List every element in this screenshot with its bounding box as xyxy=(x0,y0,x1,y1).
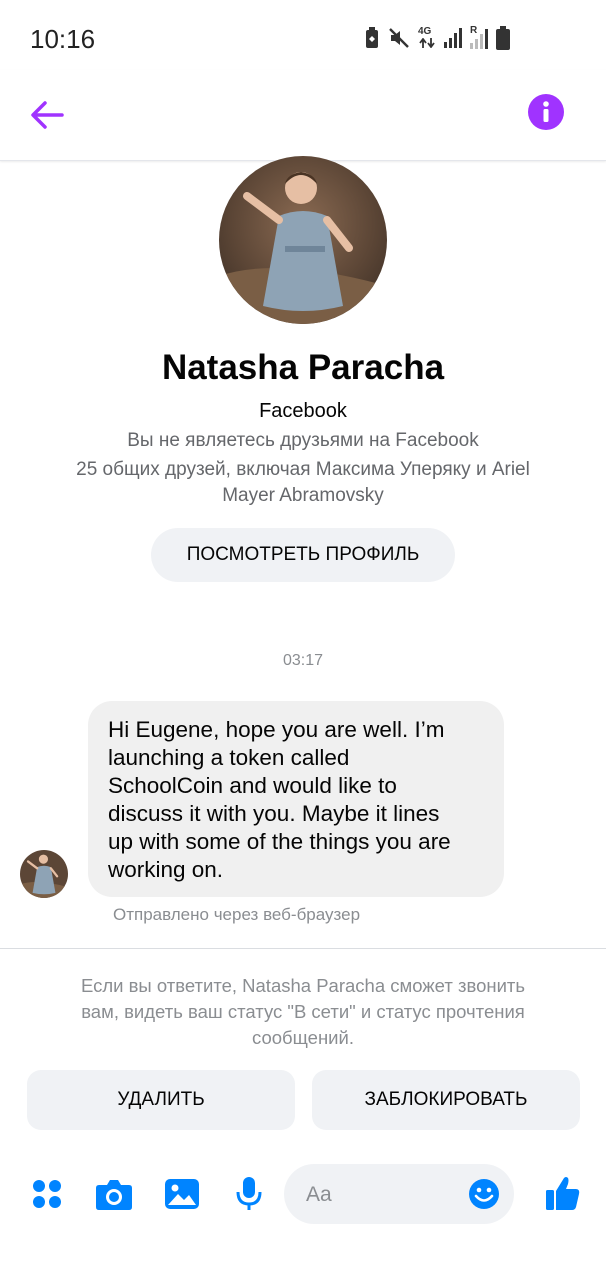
message-composer[interactable] xyxy=(284,1164,514,1224)
emoji-icon xyxy=(469,1179,499,1209)
camera-button[interactable] xyxy=(94,1174,134,1214)
divider xyxy=(0,948,606,949)
notice-line: вам, видеть ваш статус "В сети" и статус… xyxy=(81,1001,525,1022)
gallery-icon xyxy=(165,1179,199,1209)
battery-saver-icon xyxy=(366,27,378,48)
thumbs-up-icon xyxy=(546,1177,580,1210)
message-line: discuss it with you. Maybe it lines xyxy=(108,801,440,826)
battery-icon xyxy=(496,26,510,50)
message-line: launching a token called xyxy=(108,745,350,770)
mutual-friends-line-2: Mayer Abramovsky xyxy=(222,485,384,506)
message-line: up with some of the things you are xyxy=(108,829,451,854)
profile-name: Natasha Paracha xyxy=(161,348,445,387)
roaming-signal-icon: R xyxy=(470,25,488,49)
conversation-header xyxy=(0,70,606,161)
delete-button[interactable]: УДАЛИТЬ xyxy=(27,1070,295,1130)
notice-line: сообщений. xyxy=(252,1027,354,1048)
mute-icon xyxy=(389,28,409,48)
apps-button[interactable] xyxy=(27,1174,67,1214)
sent-via-label: Отправлено через веб-браузер xyxy=(113,905,361,924)
notice-line: Если вы ответите, Natasha Paracha сможет… xyxy=(80,975,526,996)
sender-avatar[interactable] xyxy=(20,850,68,898)
apps-icon xyxy=(33,1180,61,1208)
request-notice: Если вы ответите, Natasha Paracha сможет… xyxy=(34,973,572,1051)
message-line: Hi Eugene, hope you are well. I’m xyxy=(108,717,445,742)
microphone-icon xyxy=(236,1177,262,1210)
message-bubble[interactable]: Hi Eugene, hope you are well. I’m launch… xyxy=(88,701,504,897)
info-icon xyxy=(543,101,549,122)
message-line: SchoolCoin and would like to xyxy=(108,773,397,798)
arrow-left-icon xyxy=(31,101,64,129)
network-type-label: 4G xyxy=(418,26,432,37)
camera-icon xyxy=(96,1180,132,1210)
friend-status: Вы не являетесь друзьями на Facebook xyxy=(127,430,479,451)
view-profile-button[interactable]: ПОСМОТРЕТЬ ПРОФИЛЬ xyxy=(151,528,455,582)
microphone-button[interactable] xyxy=(229,1174,269,1214)
back-button[interactable] xyxy=(22,92,72,138)
status-icons: 4G R xyxy=(364,25,510,50)
status-time: 10:16 xyxy=(30,24,96,54)
mutual-friends-line-1: 25 общих друзей, включая Максима Уперяку… xyxy=(76,459,530,480)
signal-icon xyxy=(444,28,462,48)
message-timestamp: 03:17 xyxy=(282,652,324,669)
block-button[interactable]: ЗАБЛОКИРОВАТЬ xyxy=(312,1070,580,1130)
emoji-button[interactable] xyxy=(468,1178,500,1210)
message-input[interactable] xyxy=(304,1178,458,1212)
4g-data-icon: 4G xyxy=(418,26,436,50)
like-button[interactable] xyxy=(542,1172,584,1214)
gallery-button[interactable] xyxy=(162,1174,202,1214)
profile-source: Facebook xyxy=(259,400,347,422)
message-line: working on. xyxy=(108,857,224,882)
profile-avatar[interactable] xyxy=(219,156,387,324)
info-button[interactable] xyxy=(528,94,564,130)
